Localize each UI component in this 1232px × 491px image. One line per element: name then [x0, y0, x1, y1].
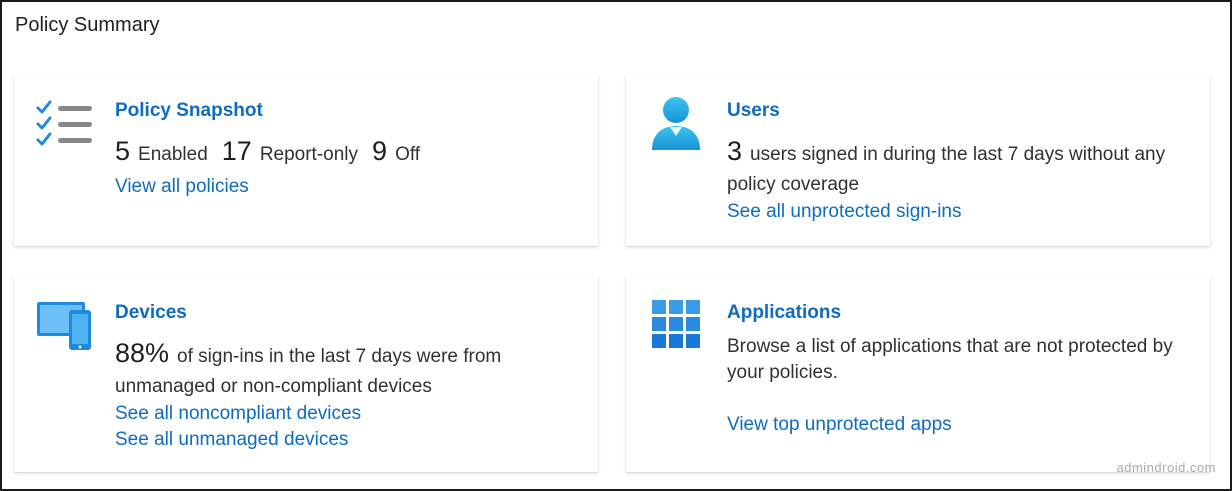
- policy-snapshot-card: Policy Snapshot 5 Enabled 17 Report-only 9 Of…: [14, 74, 598, 246]
- devices-title[interactable]: Devices: [115, 302, 187, 324]
- see-unprotected-signins-link[interactable]: See all unprotected sign-ins: [727, 201, 961, 223]
- policy-summary-frame: Policy Summary Policy Snapshot 5 Enabled 1…: [0, 0, 1232, 491]
- devices-card: Devices 88% of sign-ins in the last 7 day…: [14, 276, 598, 472]
- user-icon: [650, 96, 702, 157]
- devices-icon: [36, 300, 94, 357]
- devices-summary-line1: 88% of sign-ins in the last 7 days were f…: [115, 338, 501, 369]
- devices-text-line1: of sign-ins in the last 7 days were from: [177, 346, 502, 367]
- checklist-icon: [36, 100, 94, 153]
- see-noncompliant-devices-link[interactable]: See all noncompliant devices: [115, 403, 361, 425]
- enabled-count: 5: [115, 136, 131, 166]
- app-grid-icon: [652, 300, 700, 353]
- report-only-label: Report-only: [259, 144, 359, 165]
- view-top-unprotected-apps-link[interactable]: View top unprotected apps: [727, 414, 952, 436]
- applications-card: Applications Browse a list of applicatio…: [626, 276, 1210, 472]
- users-summary-line1: 3 users signed in during the last 7 days …: [727, 136, 1165, 167]
- off-label: Off: [395, 144, 421, 165]
- see-unmanaged-devices-link[interactable]: See all unmanaged devices: [115, 429, 348, 451]
- users-card: Users 3 users signed in during the last 7…: [626, 74, 1210, 246]
- watermark: admindroid.com: [1116, 460, 1216, 475]
- applications-text-line1: Browse a list of applications that are n…: [727, 336, 1173, 357]
- users-text-line2: policy coverage: [727, 174, 860, 195]
- users-text-line1: users signed in during the last 7 days w…: [750, 144, 1166, 165]
- page-title: Policy Summary: [15, 14, 160, 36]
- devices-text-line2: unmanaged or non-compliant devices: [115, 376, 432, 397]
- applications-text-line2: your policies.: [727, 362, 838, 383]
- off-count: 9: [372, 136, 388, 166]
- policy-counts: 5 Enabled 17 Report-only 9 Off: [115, 136, 420, 167]
- devices-percent: 88%: [115, 338, 170, 368]
- view-all-policies-link[interactable]: View all policies: [115, 176, 249, 198]
- applications-title[interactable]: Applications: [727, 302, 841, 324]
- policy-snapshot-title[interactable]: Policy Snapshot: [115, 100, 263, 122]
- enabled-label: Enabled: [138, 144, 208, 165]
- users-title[interactable]: Users: [727, 100, 780, 122]
- users-count: 3: [727, 136, 743, 166]
- report-only-count: 17: [221, 136, 252, 166]
